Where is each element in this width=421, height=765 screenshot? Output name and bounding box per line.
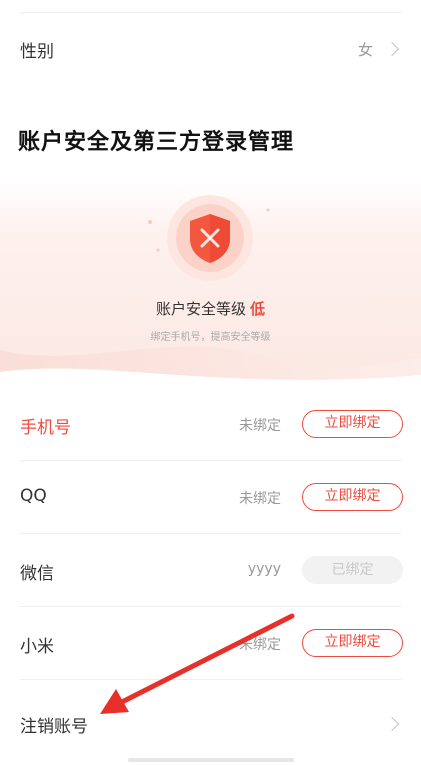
cancel-account-label: 注销账号	[20, 717, 88, 737]
binding-row-wechat: 微信 yyyy 已绑定	[0, 534, 421, 607]
gender-value: 女	[357, 41, 373, 59]
binding-row-xiaomi: 小米 未绑定 立即绑定	[0, 607, 421, 680]
account-security-page: 性别 女 账户安全及第三方登录管理 账户安全等级 低 绑定手机号，提高安全等级 …	[0, 0, 421, 765]
section-title: 账户安全及第三方登录管理	[18, 130, 295, 155]
binding-row-phone: 手机号 未绑定 立即绑定	[0, 388, 421, 461]
gender-row[interactable]: 性别 女	[0, 18, 421, 80]
binding-status: yyyy	[247, 561, 281, 577]
divider	[20, 679, 401, 680]
bind-xiaomi-button[interactable]: 立即绑定	[302, 629, 403, 657]
binding-status: 未绑定	[239, 637, 281, 653]
binding-row-qq: QQ 未绑定 立即绑定	[0, 461, 421, 534]
binding-label: QQ	[20, 486, 47, 506]
binding-label: 微信	[20, 564, 54, 584]
security-banner: 账户安全等级低 绑定手机号，提高安全等级	[0, 180, 421, 395]
security-level-value: 低	[250, 300, 266, 318]
home-indicator	[128, 758, 294, 762]
security-hint: 绑定手机号，提高安全等级	[150, 332, 271, 343]
binding-status: 未绑定	[239, 418, 281, 434]
binding-list: 手机号 未绑定 立即绑定 QQ 未绑定 立即绑定 微信 yyyy 已绑定 小米 …	[0, 388, 421, 680]
cancel-account-row[interactable]: 注销账号	[0, 687, 421, 760]
chevron-right-icon	[384, 716, 400, 732]
bind-qq-button[interactable]: 立即绑定	[302, 483, 403, 511]
binding-label: 手机号	[20, 418, 71, 438]
bind-phone-button[interactable]: 立即绑定	[302, 410, 403, 438]
security-level-label: 账户安全等级	[155, 300, 246, 318]
bound-wechat-button: 已绑定	[302, 556, 403, 584]
gender-label: 性别	[20, 42, 54, 62]
divider	[20, 12, 401, 13]
binding-label: 小米	[20, 637, 54, 657]
binding-status: 未绑定	[239, 491, 281, 507]
security-level: 账户安全等级低	[0, 298, 421, 319]
chevron-right-icon	[384, 41, 400, 57]
shield-x-icon	[166, 194, 254, 282]
